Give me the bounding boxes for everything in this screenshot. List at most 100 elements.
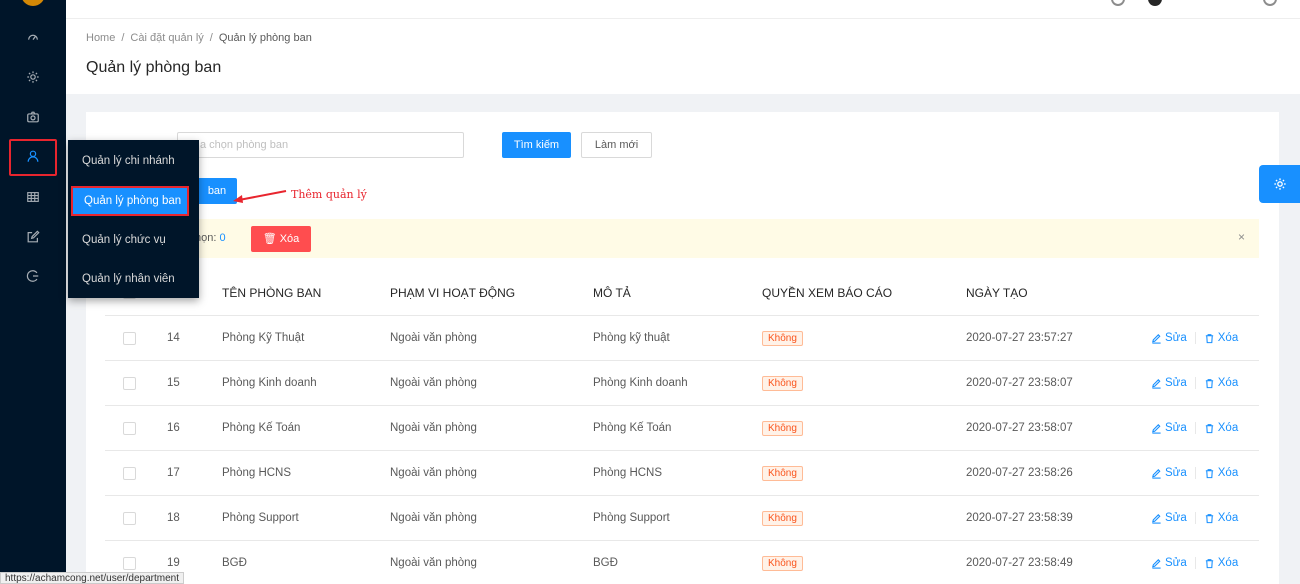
bulk-delete-label: Xóa — [279, 233, 300, 245]
settings-icon[interactable] — [0, 62, 66, 92]
row-perm: Không — [762, 361, 803, 405]
row-date: 2020-07-27 23:58:07 — [966, 422, 1073, 434]
table-icon[interactable] — [0, 182, 66, 212]
edit-link[interactable]: Sửa — [1151, 557, 1187, 569]
dashboard-icon[interactable] — [0, 22, 66, 52]
breadcrumb-settings[interactable]: Cài đặt quản lý — [130, 32, 203, 44]
department-select[interactable]: a chọn phòng ban — [177, 132, 464, 158]
pencil-icon — [1151, 378, 1165, 389]
selection-alert: họn: 0 🗑 Xóa × — [105, 219, 1259, 258]
close-icon[interactable]: × — [1238, 230, 1245, 244]
permission-tag: Không — [762, 465, 803, 481]
row-name: Phòng Kinh doanh — [222, 377, 317, 389]
edit-link[interactable]: Sửa — [1151, 332, 1187, 344]
annotation-arrow — [233, 190, 287, 203]
permission-tag: Không — [762, 330, 803, 346]
row-id: 17 — [167, 467, 180, 479]
edit-link[interactable]: Sửa — [1151, 467, 1187, 479]
edit-link[interactable]: Sửa — [1151, 377, 1187, 389]
search-button[interactable]: Tìm kiếm — [502, 132, 571, 158]
submenu-employee[interactable]: Quản lý nhân viên — [68, 264, 199, 294]
row-desc: Phòng Support — [593, 512, 670, 524]
delete-link[interactable]: Xóa — [1204, 422, 1238, 434]
annotation-text: Thêm quản lý — [291, 188, 367, 201]
row-checkbox[interactable] — [123, 361, 136, 405]
row-date: 2020-07-27 23:58:39 — [966, 512, 1073, 524]
row-desc: Phòng Kinh doanh — [593, 377, 688, 389]
pencil-icon — [1151, 513, 1165, 524]
edit-link[interactable]: Sửa — [1151, 422, 1187, 434]
row-date: 2020-07-27 23:58:07 — [966, 377, 1073, 389]
notification-icon[interactable] — [1263, 0, 1277, 6]
action-divider — [1194, 557, 1196, 569]
row-checkbox[interactable] — [123, 406, 136, 450]
row-checkbox[interactable] — [123, 496, 136, 540]
breadcrumb-home[interactable]: Home — [86, 32, 115, 44]
row-checkbox[interactable] — [123, 316, 136, 360]
content-card: a chọn phòng ban Tìm kiếm Làm mới ban Th… — [86, 112, 1279, 584]
row-name: Phòng Kỹ Thuật — [222, 332, 305, 344]
row-desc: Phòng kỹ thuật — [593, 332, 670, 344]
header-name[interactable]: TÊN PHÒNG BAN — [222, 270, 321, 315]
row-perm: Không — [762, 496, 803, 540]
trash-icon: 🗑 — [262, 233, 277, 245]
submenu-branch[interactable]: Quản lý chi nhánh — [68, 146, 199, 176]
avatar[interactable] — [1148, 0, 1162, 6]
edit-icon[interactable] — [0, 222, 66, 252]
header-scope[interactable]: PHẠM VI HOẠT ĐỘNG — [390, 270, 515, 315]
row-date: 2020-07-27 23:58:49 — [966, 557, 1073, 569]
row-desc: Phòng Kế Toán — [593, 422, 672, 434]
header-perm[interactable]: QUYỀN XEM BÁO CÁO — [762, 270, 892, 315]
submenu-position[interactable]: Quản lý chức vụ — [68, 225, 199, 255]
delete-link[interactable]: Xóa — [1204, 377, 1238, 389]
action-divider — [1194, 377, 1196, 389]
row-desc: BGĐ — [593, 557, 618, 569]
row-scope: Ngoài văn phòng — [390, 422, 477, 434]
floating-settings-button[interactable] — [1259, 165, 1300, 203]
submenu-department[interactable]: Quản lý phòng ban — [71, 186, 189, 216]
trash-icon — [1204, 333, 1218, 344]
row-actions: Sửa Xóa — [1151, 451, 1238, 495]
row-desc: Phòng HCNS — [593, 467, 663, 479]
selected-label: họn: 0 — [195, 232, 226, 244]
row-id: 15 — [167, 377, 180, 389]
trash-icon — [1204, 513, 1218, 524]
delete-link[interactable]: Xóa — [1204, 467, 1238, 479]
selected-count: 0 — [219, 232, 226, 244]
user-icon[interactable] — [0, 139, 66, 176]
permission-tag: Không — [762, 555, 803, 571]
edit-link[interactable]: Sửa — [1151, 512, 1187, 524]
row-id: 14 — [167, 332, 180, 344]
delete-link[interactable]: Xóa — [1204, 512, 1238, 524]
settings-icon — [1273, 178, 1286, 190]
delete-link[interactable]: Xóa — [1204, 332, 1238, 344]
logout-icon[interactable] — [0, 261, 66, 291]
reset-button[interactable]: Làm mới — [581, 132, 652, 158]
row-actions: Sửa Xóa — [1151, 496, 1238, 540]
page-title: Quản lý phòng ban — [86, 59, 222, 76]
row-perm: Không — [762, 541, 803, 584]
table-row: 18 Phòng Support Ngoài văn phòng Phòng Supp… — [105, 496, 1259, 541]
breadcrumb-separator: / — [121, 32, 125, 44]
table-row: 16 Phòng Kế Toán Ngoài văn phòng Phòng Kế T… — [105, 406, 1259, 451]
permission-tag: Không — [762, 420, 803, 436]
gear-icon[interactable] — [1111, 0, 1125, 6]
row-checkbox[interactable] — [123, 451, 136, 495]
pencil-icon — [1151, 333, 1165, 344]
row-name: BGĐ — [222, 557, 247, 569]
sidebar — [0, 0, 66, 584]
action-divider — [1194, 467, 1196, 479]
row-perm: Không — [762, 316, 803, 360]
camera-icon[interactable] — [0, 102, 66, 132]
breadcrumb: Home / Cài đặt quản lý / Quản lý phòng ban — [86, 32, 312, 44]
logo[interactable] — [21, 0, 45, 6]
header-desc[interactable]: MÔ TẢ — [593, 270, 631, 315]
header-date[interactable]: NGÀY TẠO — [966, 270, 1028, 315]
action-divider — [1194, 512, 1196, 524]
table-row: 14 Phòng Kỹ Thuật Ngoài văn phòng Phòng kỹ … — [105, 316, 1259, 361]
bulk-delete-button[interactable]: 🗑 Xóa — [251, 226, 311, 252]
row-date: 2020-07-27 23:58:26 — [966, 467, 1073, 479]
row-id: 18 — [167, 512, 180, 524]
department-table: TÊN PHÒNG BAN PHẠM VI HOẠT ĐỘNG MÔ TẢ QU… — [105, 270, 1259, 584]
delete-link[interactable]: Xóa — [1204, 557, 1238, 569]
